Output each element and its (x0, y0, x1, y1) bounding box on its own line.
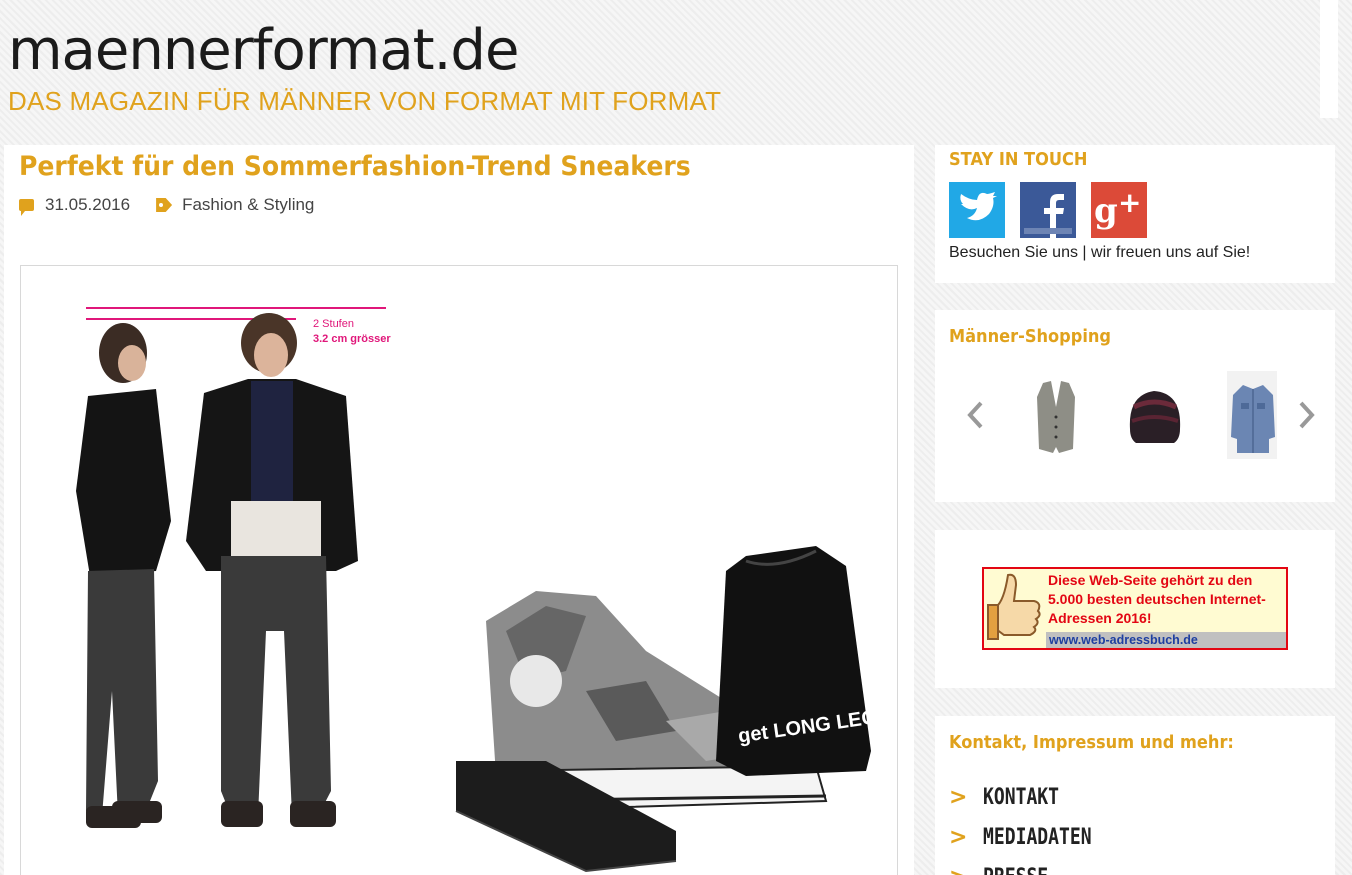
contact-title: Kontakt, Impressum und mehr: (949, 732, 1234, 753)
facebook-icon[interactable] (1020, 182, 1076, 238)
product-denim-shirt[interactable] (1229, 377, 1277, 459)
contact-links: >KONTAKT >MEDIADATEN >PRESSE (949, 777, 1321, 875)
long-legs-bag: get LONG LEGS (716, 546, 892, 776)
shopping-widget: Männer-Shopping (935, 310, 1335, 502)
article: Perfekt für den Sommerfashion-Trend Snea… (4, 145, 914, 875)
post-category[interactable]: Fashion & Styling (182, 195, 314, 215)
header-edge (1320, 0, 1338, 118)
link-mediadaten[interactable]: > MEDIADATEN (949, 817, 1321, 857)
link-label: PRESSE (983, 865, 1048, 875)
carousel-next-icon[interactable] (1299, 401, 1315, 429)
stay-in-touch-widget: STAY IN TOUCH g + Besuchen Sie uns | wir … (935, 145, 1335, 283)
google-plus-icon[interactable]: g + (1091, 182, 1147, 238)
link-kontakt[interactable]: > KONTAKT (949, 777, 1321, 817)
post-image-illustration: 2 Stufen 3.2 cm grösser get LONG LEGS (76, 307, 892, 873)
link-presse[interactable]: >PRESSE (949, 857, 1321, 875)
award-widget: Diese Web-Seite gehört zu den 5.000 best… (935, 530, 1335, 688)
product-carousel (949, 371, 1321, 461)
product-beanie[interactable] (1124, 377, 1184, 459)
model-side-view (76, 323, 171, 828)
post-date: 31.05.2016 (45, 195, 131, 214)
thumbs-up-icon (987, 573, 1041, 640)
site-tagline: DAS MAGAZIN FÜR MÄNNER VON FORMAT MIT FO… (8, 86, 722, 116)
model-front-view (186, 313, 358, 827)
post-meta: 31.05.2016 Fashion & Styling (19, 195, 314, 216)
link-label: KONTAKT (983, 784, 1060, 810)
chevron-right-icon: > (949, 824, 968, 850)
carousel-prev-icon[interactable] (967, 401, 983, 429)
stay-in-touch-title: STAY IN TOUCH (949, 149, 1088, 170)
svg-text:g: g (1094, 191, 1118, 231)
twitter-icon[interactable] (949, 182, 1005, 238)
tag-icon (156, 198, 173, 212)
social-note: Besuchen Sie uns | wir freuen uns auf Si… (949, 244, 1251, 261)
comment-icon (19, 199, 34, 216)
annotation-height: 3.2 cm grösser (313, 333, 391, 345)
post-image[interactable]: 2 Stufen 3.2 cm grösser get LONG LEGS (26, 271, 892, 875)
site-title[interactable]: maennerformat.de (8, 18, 519, 83)
contact-widget: Kontakt, Impressum und mehr: > KONTAKT > M… (935, 716, 1335, 875)
link-label: MEDIADATEN (983, 824, 1092, 850)
web-adressbuch-badge[interactable]: Diese Web-Seite gehört zu den 5.000 best… (982, 567, 1288, 650)
shopping-title: Männer-Shopping (949, 326, 1112, 347)
post-title[interactable]: Perfekt für den Sommerfashion-Trend Snea… (19, 151, 691, 182)
site-header: maennerformat.de DAS MAGAZIN FÜR MÄNNER … (0, 0, 1320, 145)
social-links: g + (949, 182, 1321, 238)
badge-url: www.web-adressbuch.de (1046, 632, 1286, 648)
chevron-right-icon: > (949, 784, 968, 810)
chevron-right-icon: > (949, 865, 983, 875)
svg-text:+: + (1118, 186, 1141, 219)
badge-text: Diese Web-Seite gehört zu den 5.000 best… (1048, 572, 1266, 626)
post-image-frame: 2 Stufen 3.2 cm grösser get LONG LEGS (20, 265, 898, 875)
product-vest[interactable] (1031, 377, 1081, 459)
annotation-steps: 2 Stufen (313, 318, 354, 330)
